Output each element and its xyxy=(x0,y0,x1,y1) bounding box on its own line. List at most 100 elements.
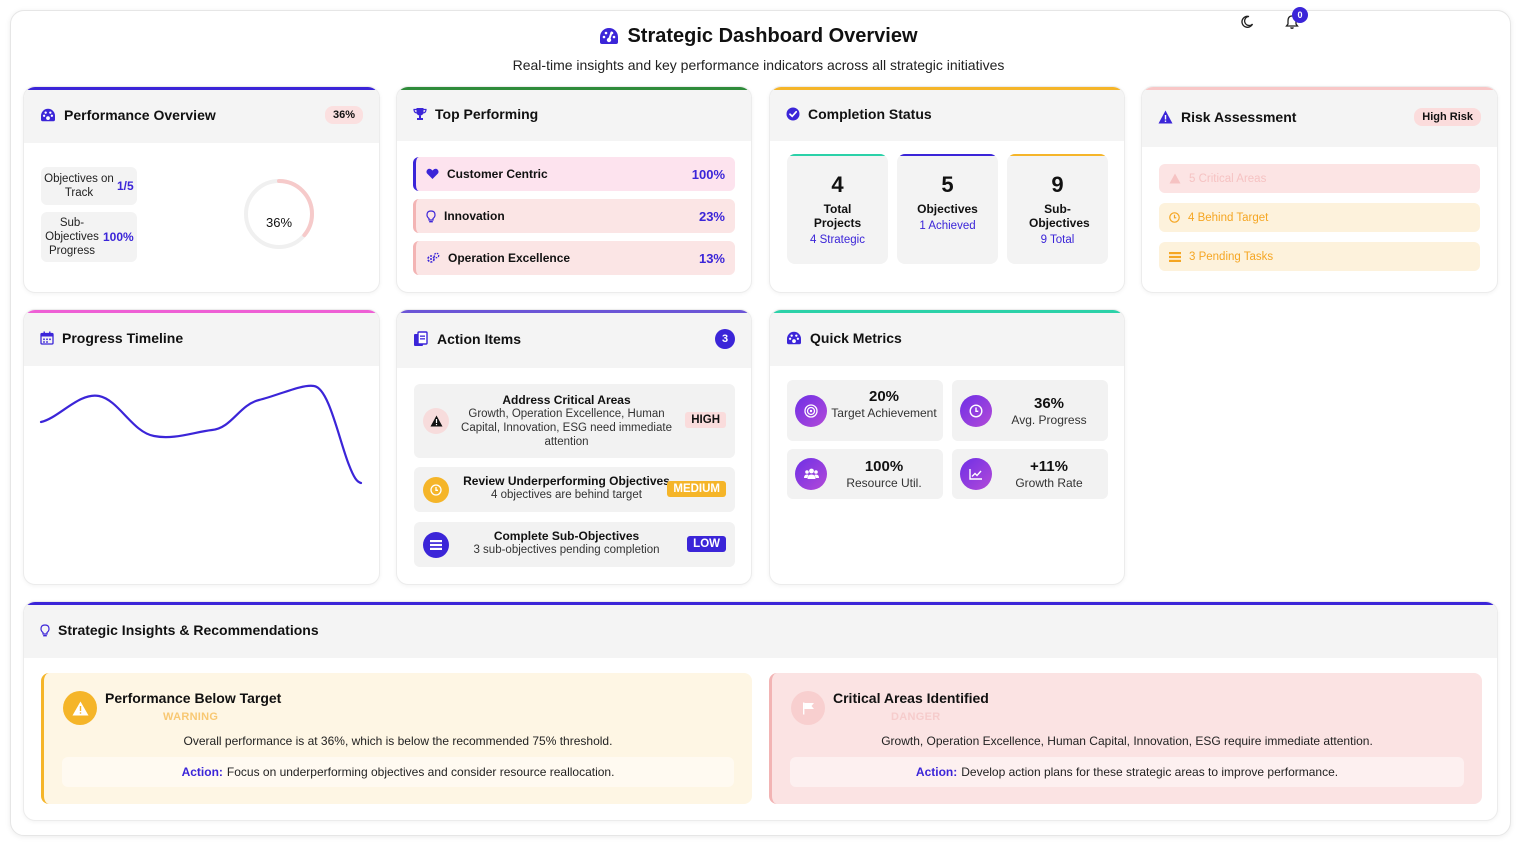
notification-badge: 0 xyxy=(1292,7,1308,23)
warning-icon xyxy=(1169,173,1181,184)
chart-line-icon xyxy=(969,469,982,480)
clock-icon xyxy=(1169,212,1180,223)
dark-mode-toggle[interactable] xyxy=(1235,10,1259,34)
total-projects-box: 4 Total Projects 4 Strategic xyxy=(787,154,888,264)
top-performing-item[interactable]: Operation Excellence 13% xyxy=(413,241,735,275)
objectives-number: 5 xyxy=(941,172,954,197)
top-performing-item[interactable]: Innovation 23% xyxy=(413,199,735,233)
strategic-insights-title: Strategic Insights & Recommendations xyxy=(58,622,319,638)
progress-timeline-card: Progress Timeline xyxy=(23,309,380,585)
flag-icon xyxy=(802,702,814,714)
insight-body: Overall performance is at 36%, which is … xyxy=(183,734,613,748)
action-item-title: Review Underperforming Objectives xyxy=(463,474,670,488)
action-item-title: Address Critical Areas xyxy=(502,393,631,407)
insight-severity: WARNING xyxy=(163,711,219,723)
target-icon xyxy=(804,404,818,418)
card-accent-line xyxy=(770,310,1124,313)
top-performing-value: 23% xyxy=(698,208,725,224)
metric-value: 100% xyxy=(864,458,904,475)
objectives-sub: 1 Achieved xyxy=(919,220,976,232)
total-projects-sub: 4 Strategic xyxy=(810,234,865,246)
risk-item-label: 5 Critical Areas xyxy=(1189,172,1267,185)
gauge-label: 36% xyxy=(265,215,293,230)
performance-overview-card: Performance Overview 36% Objectives on T… xyxy=(23,86,380,293)
top-performing-value: 100% xyxy=(691,166,725,182)
risk-item-pending-tasks: 3 Pending Tasks xyxy=(1159,242,1480,271)
risk-item-label: 4 Behind Target xyxy=(1188,211,1269,224)
top-performing-label: Innovation xyxy=(444,209,505,223)
insight-icon xyxy=(63,691,97,725)
objectives-title: Objectives xyxy=(917,202,978,216)
performance-overview-title: Performance Overview xyxy=(64,107,216,123)
card-accent-line xyxy=(24,310,379,313)
trophy-icon xyxy=(413,108,427,120)
priority-badge: HIGH xyxy=(685,412,726,428)
card-accent-line xyxy=(24,602,1497,605)
top-performing-item[interactable]: Customer Centric 100% xyxy=(413,157,735,191)
action-item-text: Complete Sub-Objectives 3 sub-objectives… xyxy=(458,529,675,557)
risk-assessment-header: Risk Assessment High Risk xyxy=(1142,87,1497,147)
metric-value: 20% xyxy=(868,388,900,405)
action-item-text: Address Critical Areas Growth, Operation… xyxy=(458,393,675,449)
top-performing-value: 13% xyxy=(698,250,725,266)
risk-item-label: 3 Pending Tasks xyxy=(1189,250,1274,263)
dashboard-gauge-icon xyxy=(600,28,619,44)
calendar-icon xyxy=(40,331,54,345)
top-performing-title: Top Performing xyxy=(435,106,539,122)
insight-warning: Performance Below Target WARNING Overall… xyxy=(41,673,752,804)
action-items-count: 3 xyxy=(715,329,735,349)
action-item[interactable]: Complete Sub-Objectives 3 sub-objectives… xyxy=(414,522,735,567)
gauge-icon xyxy=(787,331,801,345)
action-items-title: Action Items xyxy=(437,331,522,347)
sub-objectives-box: 9 Sub-Objectives 9 Total xyxy=(1007,154,1108,264)
top-performing-header: Top Performing xyxy=(397,87,751,141)
insight-action-text: Focus on underperforming objectives and … xyxy=(226,765,615,779)
risk-assessment-card: Risk Assessment High Risk 5 Critical Are… xyxy=(1141,86,1498,293)
risk-item-behind-target: 4 Behind Target xyxy=(1159,203,1480,232)
metric-resource-util: 100% Resource Util. xyxy=(787,449,943,499)
total-projects-number: 4 xyxy=(831,172,844,197)
performance-badge: 36% xyxy=(324,106,363,124)
moon-icon xyxy=(1241,15,1254,28)
strategic-insights-card: Strategic Insights & Recommendations Per… xyxy=(23,601,1498,821)
action-item-icon xyxy=(423,408,449,434)
strategic-insights-header: Strategic Insights & Recommendations xyxy=(24,602,1497,658)
sub-objectives-sub: 9 Total xyxy=(1040,234,1075,246)
subobjectives-progress: Sub-Objectives Progress 100% xyxy=(41,212,137,262)
subobjectives-progress-label: Sub-Objectives Progress xyxy=(45,217,99,257)
quick-metrics-card: Quick Metrics 20% Target Achievement 36%… xyxy=(769,309,1125,585)
clock-icon xyxy=(430,484,442,496)
progress-timeline-title: Progress Timeline xyxy=(62,330,184,346)
card-accent-line xyxy=(770,87,1124,90)
insight-action-label: Action: xyxy=(181,765,223,779)
metric-label: Avg. Progress xyxy=(1011,413,1087,427)
insight-action-text: Develop action plans for these strategic… xyxy=(961,765,1339,779)
warning-triangle-icon xyxy=(1158,110,1173,124)
objectives-on-track-value: 1/5 xyxy=(117,179,134,193)
card-accent-line xyxy=(24,87,379,90)
action-item[interactable]: Review Underperforming Objectives 4 obje… xyxy=(414,467,735,512)
subobjectives-progress-value: 100% xyxy=(103,230,134,244)
metric-label: Growth Rate xyxy=(1015,476,1083,490)
timeline-sparkline xyxy=(39,384,363,485)
action-item-desc: 3 sub-objectives pending completion xyxy=(473,544,660,556)
top-performing-card: Top Performing Customer Centric 100% Inn… xyxy=(396,86,752,293)
metric-label: Target Achievement xyxy=(831,406,937,420)
gears-icon xyxy=(427,252,440,263)
metric-text: 20% Target Achievement xyxy=(831,388,937,420)
insight-icon xyxy=(791,691,825,725)
metric-text: +11% Growth Rate xyxy=(996,458,1102,490)
card-accent-line xyxy=(397,87,751,90)
action-item-text: Review Underperforming Objectives 4 obje… xyxy=(458,474,675,502)
action-items-header: Action Items 3 xyxy=(397,310,751,368)
users-icon xyxy=(803,468,819,479)
objectives-on-track: Objectives on Track 1/5 xyxy=(41,167,137,205)
metric-icon xyxy=(960,458,992,490)
timeline-line xyxy=(39,384,363,485)
action-item[interactable]: Address Critical Areas Growth, Operation… xyxy=(414,384,735,458)
progress-gauge xyxy=(244,179,314,249)
objectives-on-track-label: Objectives on Track xyxy=(44,173,114,199)
insight-action: Action: Focus on underperforming objecti… xyxy=(62,757,734,787)
insight-action-label: Action: xyxy=(915,765,958,779)
metric-target-achievement: 20% Target Achievement xyxy=(787,380,943,441)
